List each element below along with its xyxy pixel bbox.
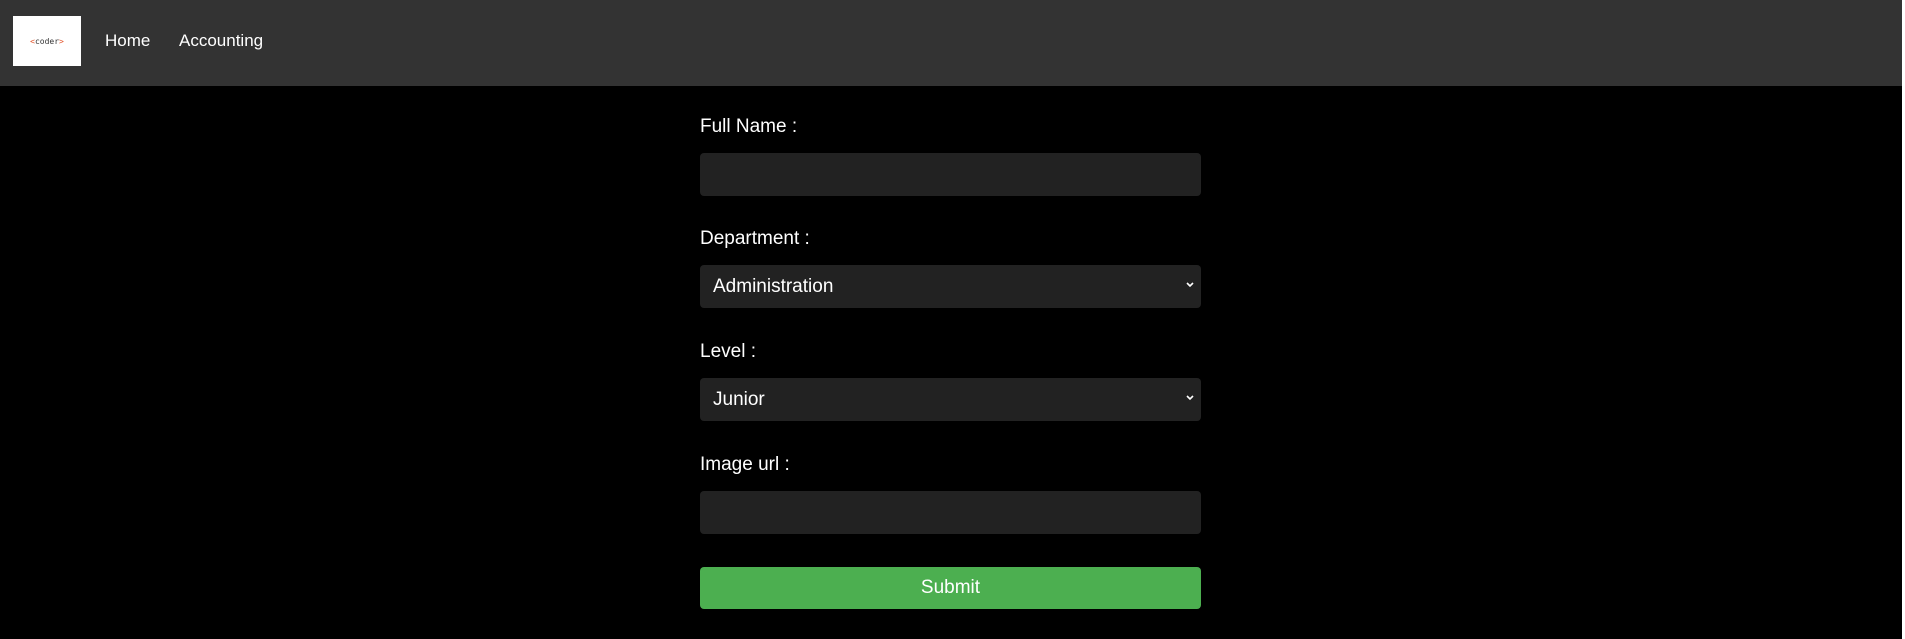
department-label: Department : [700,228,810,249]
logo-text: coder [34,36,60,46]
full-name-input[interactable] [700,153,1201,196]
level-label: Level : [700,341,756,362]
navbar: < coder > Home Accounting [0,0,1905,86]
logo-bracket-right: > [59,36,64,46]
nav-link-home[interactable]: Home [105,31,150,51]
page: < coder > Home Accounting Full Name : Depa… [0,0,1905,639]
chevron-down-icon [1186,395,1194,401]
full-name-label: Full Name : [700,116,798,137]
department-selected-value: Administration [713,275,834,297]
logo[interactable]: < coder > [13,16,81,66]
image-url-input[interactable] [700,491,1201,534]
level-select[interactable]: Junior [700,378,1201,421]
image-url-label: Image url : [700,454,790,475]
department-select[interactable]: Administration [700,265,1201,308]
chevron-down-icon [1186,282,1194,288]
submit-button[interactable]: Submit [700,567,1201,609]
level-selected-value: Junior [713,388,765,410]
nav-link-accounting[interactable]: Accounting [179,31,263,51]
